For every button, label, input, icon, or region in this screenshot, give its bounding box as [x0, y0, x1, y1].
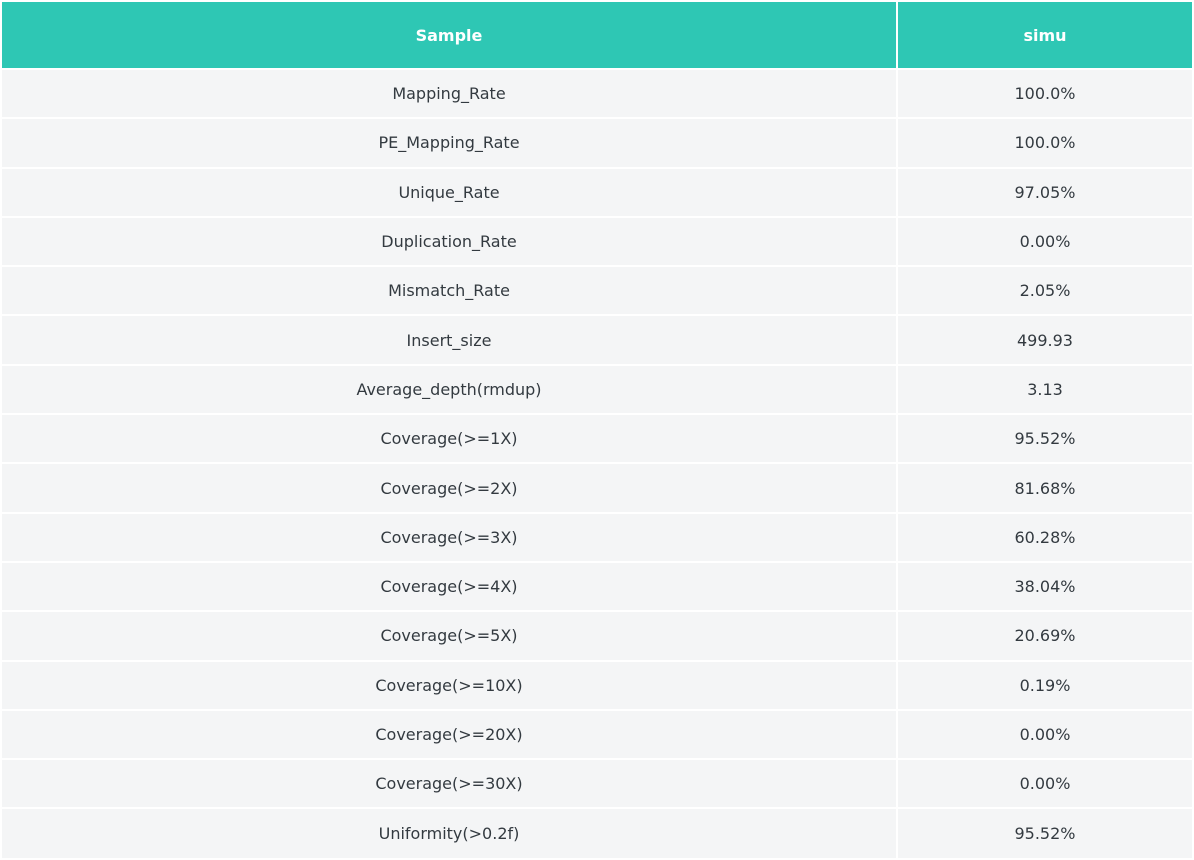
metric-name-cell: Uniformity(>0.2f) [2, 807, 898, 858]
table-row: Coverage(>=2X) 81.68% [2, 462, 1192, 513]
metric-value-cell: 100.0% [897, 117, 1192, 168]
table-row: Mapping_Rate 100.0% [2, 67, 1192, 119]
stats-table: Sample simu Mapping_Rate 100.0% PE_Mappi… [2, 2, 1192, 858]
table-row: Coverage(>=10X) 0.19% [2, 659, 1192, 710]
metric-value-cell: 97.05% [897, 166, 1192, 217]
metric-name-cell: Coverage(>=30X) [2, 758, 898, 809]
metric-name-cell: Coverage(>=10X) [2, 659, 898, 710]
column-header-simu: simu [897, 2, 1192, 69]
table-row: Coverage(>=4X) 38.04% [2, 560, 1192, 612]
table-row: PE_Mapping_Rate 100.0% [2, 117, 1192, 168]
metric-value-cell: 0.00% [897, 215, 1192, 267]
metric-name-cell: PE_Mapping_Rate [2, 117, 898, 168]
table-row: Coverage(>=3X) 60.28% [2, 511, 1192, 562]
metric-name-cell: Coverage(>=5X) [2, 610, 898, 661]
table-row: Coverage(>=20X) 0.00% [2, 708, 1192, 760]
table-row: Coverage(>=30X) 0.00% [2, 758, 1192, 809]
table-row: Average_depth(rmdup) 3.13 [2, 363, 1192, 415]
metric-value-cell: 0.00% [897, 758, 1192, 809]
metric-value-cell: 38.04% [897, 560, 1192, 612]
table-body: Mapping_Rate 100.0% PE_Mapping_Rate 100.… [2, 67, 1192, 858]
metric-name-cell: Duplication_Rate [2, 215, 898, 267]
metric-value-cell: 95.52% [897, 413, 1192, 464]
metric-value-cell: 499.93 [897, 314, 1192, 365]
table-row: Mismatch_Rate 2.05% [2, 265, 1192, 316]
metric-name-cell: Unique_Rate [2, 166, 898, 217]
metric-name-cell: Average_depth(rmdup) [2, 363, 898, 415]
table-row: Uniformity(>0.2f) 95.52% [2, 807, 1192, 858]
metric-name-cell: Coverage(>=3X) [2, 511, 898, 562]
stats-table-container: Sample simu Mapping_Rate 100.0% PE_Mappi… [2, 2, 1192, 858]
metric-value-cell: 2.05% [897, 265, 1192, 316]
header-row: Sample simu [2, 2, 1192, 69]
metric-value-cell: 0.00% [897, 708, 1192, 760]
table-row: Duplication_Rate 0.00% [2, 215, 1192, 267]
table-row: Unique_Rate 97.05% [2, 166, 1192, 217]
metric-value-cell: 3.13 [897, 363, 1192, 415]
metric-name-cell: Mismatch_Rate [2, 265, 898, 316]
metric-value-cell: 0.19% [897, 659, 1192, 710]
table-row: Coverage(>=5X) 20.69% [2, 610, 1192, 661]
metric-value-cell: 60.28% [897, 511, 1192, 562]
metric-value-cell: 95.52% [897, 807, 1192, 858]
metric-name-cell: Mapping_Rate [2, 67, 898, 119]
table-row: Coverage(>=1X) 95.52% [2, 413, 1192, 464]
metric-value-cell: 100.0% [897, 67, 1192, 119]
column-header-sample: Sample [2, 2, 898, 69]
metric-name-cell: Coverage(>=2X) [2, 462, 898, 513]
metric-name-cell: Coverage(>=1X) [2, 413, 898, 464]
metric-value-cell: 81.68% [897, 462, 1192, 513]
metric-name-cell: Coverage(>=20X) [2, 708, 898, 760]
table-header: Sample simu [2, 2, 1192, 69]
metric-name-cell: Insert_size [2, 314, 898, 365]
metric-value-cell: 20.69% [897, 610, 1192, 661]
table-row: Insert_size 499.93 [2, 314, 1192, 365]
metric-name-cell: Coverage(>=4X) [2, 560, 898, 612]
